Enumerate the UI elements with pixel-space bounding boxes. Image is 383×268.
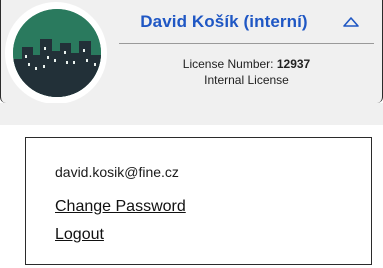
change-password-link[interactable]: Change Password [55,198,186,216]
city-skyline-avatar-icon [13,9,101,97]
user-header: David Košík (interní) License Number: 12… [0,0,383,104]
collapse-toggle-button[interactable] [341,13,361,31]
license-number: License Number: 12937 [119,57,374,71]
license-number-value: 12937 [276,57,311,71]
chevron-up-icon [343,17,359,27]
user-name: David Košík (interní) [140,12,308,31]
license-number-label: License Number: [182,57,274,71]
license-type: Internal License [204,73,289,87]
header-divider [119,43,374,44]
user-menu-panel: david.kosik@fine.cz Change Password Logo… [25,137,372,265]
logout-link[interactable]: Logout [55,226,104,244]
avatar [13,9,101,97]
user-email: david.kosik@fine.cz [55,164,179,180]
header-background-strip [0,103,383,125]
